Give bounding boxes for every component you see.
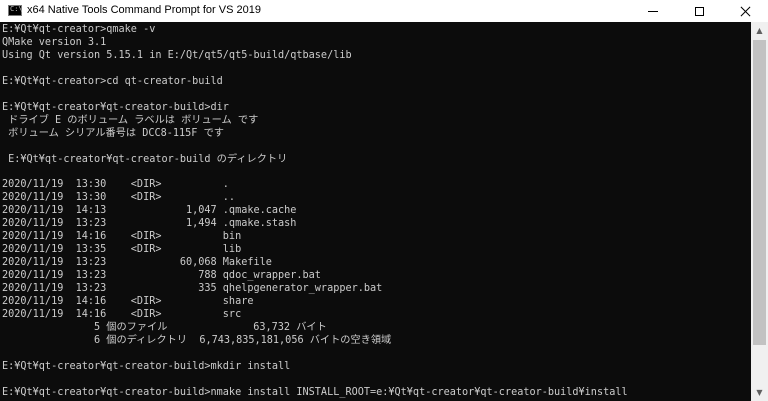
window-title: x64 Native Tools Command Prompt for VS 2… (27, 4, 261, 16)
console-line: 2020/11/19 13:30 <DIR> . (2, 179, 229, 191)
console-line: E:¥Qt¥qt-creator¥qt-creator-build>dir (2, 101, 229, 113)
console-line: E:¥Qt¥qt-creator>qmake -v (2, 24, 156, 35)
console-line: ドライブ E のボリューム ラベルは ボリューム です (2, 114, 259, 126)
console-line: 2020/11/19 13:30 <DIR> .. (2, 192, 236, 204)
console-line: 6 個のディレクトリ 6,743,835,181,056 バイトの空き領域 (2, 334, 392, 346)
scroll-down-arrow-icon[interactable]: ▼ (751, 384, 768, 401)
vertical-scrollbar[interactable]: ▲ ▼ (751, 22, 768, 401)
console-line: 2020/11/19 13:23 788 qdoc_wrapper.bat (2, 270, 321, 282)
maximize-button[interactable] (676, 0, 722, 22)
console-line: E:¥Qt¥qt-creator¥qt-creator-build>mkdir … (2, 360, 291, 372)
scrollbar-thumb[interactable] (753, 40, 766, 345)
console-line: 2020/11/19 13:23 60,068 Makefile (2, 257, 272, 269)
console-line: QMake version 3.1 (2, 36, 107, 48)
console-line: 2020/11/19 14:16 <DIR> share (2, 295, 254, 307)
console-line: 2020/11/19 13:35 <DIR> lib (2, 244, 242, 256)
console-line: E:¥Qt¥qt-creator>cd qt-creator-build (2, 75, 223, 87)
console-line: 2020/11/19 14:13 1,047 .qmake.cache (2, 205, 297, 217)
title-bar[interactable]: x64 Native Tools Command Prompt for VS 2… (0, 0, 768, 22)
close-button[interactable] (722, 0, 768, 22)
scroll-up-arrow-icon[interactable]: ▲ (751, 22, 768, 39)
close-icon (740, 6, 751, 17)
console-line: 2020/11/19 14:16 <DIR> src (2, 308, 242, 320)
console-line: 2020/11/19 13:23 1,494 .qmake.stash (2, 218, 297, 230)
console-icon[interactable] (8, 5, 23, 16)
console-line: 2020/11/19 13:23 335 qhelpgenerator_wrap… (2, 283, 383, 294)
minimize-button[interactable] (630, 0, 676, 22)
console-line: Using Qt version 5.15.1 in E:/Qt/qt5/qt5… (2, 49, 352, 61)
console-line: 2020/11/19 14:16 <DIR> bin (2, 231, 242, 243)
console-line: E:¥Qt¥qt-creator¥qt-creator-build のディレクト… (2, 153, 288, 165)
maximize-icon (694, 6, 704, 16)
console-line: E:¥Qt¥qt-creator¥qt-creator-build>nmake … (2, 386, 628, 398)
console-line: ボリューム シリアル番号は DCC8-115F です (2, 127, 224, 139)
command-prompt-window: x64 Native Tools Command Prompt for VS 2… (0, 0, 768, 401)
console-line: 5 個のファイル 63,732 バイト (2, 321, 327, 333)
minimize-icon (648, 10, 658, 12)
console-output[interactable]: E:¥Qt¥qt-creator>qmake -v QMake version 3… (0, 22, 751, 401)
